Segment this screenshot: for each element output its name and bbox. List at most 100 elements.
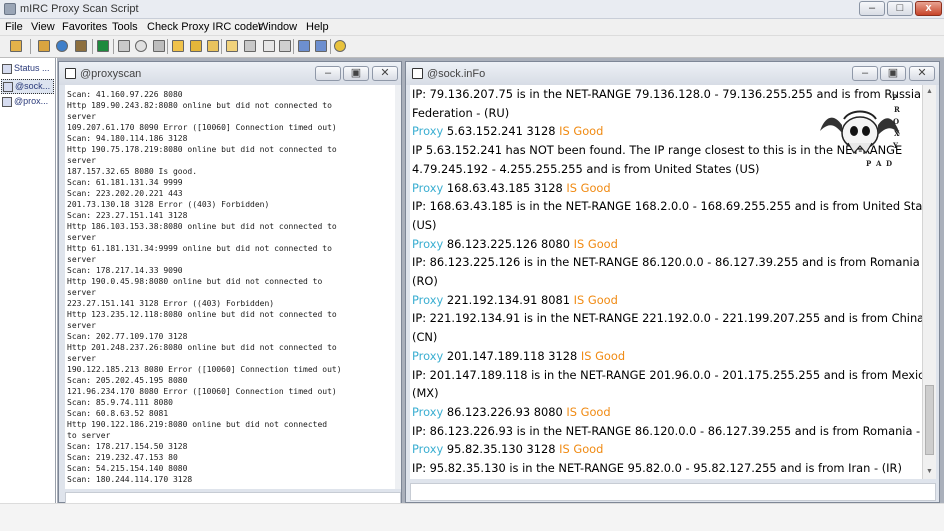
tray-icon[interactable] (279, 40, 291, 52)
log-line: Scan: 54.215.154.140 8080 (67, 464, 188, 473)
log-line: Scan: 94.180.114.186 3128 (67, 134, 188, 143)
proxyscan-close-button[interactable]: ✕ (372, 66, 398, 81)
proxy-label: Proxy (412, 405, 444, 419)
proxy-result-line: Proxy 221.192.134.91 8081 IS Good (412, 291, 618, 309)
window-icon (412, 68, 423, 79)
proxy-pad-logo: P R O X Y P A D (814, 89, 904, 169)
status-bar (0, 503, 944, 531)
received-files-icon[interactable] (153, 40, 165, 52)
switchbar-item-sockinfo[interactable]: @sock... (1, 79, 54, 94)
menu-tools[interactable]: Tools (112, 21, 138, 33)
log-line: 187.157.32.65 8080 Is good. (67, 167, 198, 176)
log-line: Http 201.248.237.26:8080 online but did … (67, 343, 337, 352)
proxy-status: IS Good (580, 349, 626, 363)
toolbar-separator (92, 39, 93, 54)
help-icon[interactable] (334, 40, 346, 52)
connect-icon[interactable] (10, 40, 22, 52)
sockinfo-minimize-button[interactable]: – (852, 66, 878, 81)
log-line: Scan: 178.217.14.33 9090 (67, 266, 183, 275)
menu-help[interactable]: Help (306, 21, 329, 33)
switchbar: Status ... @sock... @prox... (0, 58, 56, 503)
toolbar-separator (113, 39, 114, 54)
minimize-button[interactable]: – (859, 1, 885, 16)
ip-range-line: (MX) (412, 386, 439, 400)
tile-windows-icon[interactable] (298, 40, 310, 52)
proxy-address: 5.63.152.241 3128 (446, 124, 556, 138)
close-button[interactable]: x (915, 1, 942, 16)
switchbar-item-label: @sock... (15, 81, 51, 91)
proxyscan-window-caption[interactable]: @proxyscan – ▣ ✕ (59, 62, 401, 85)
ip-range-line: Federation - (RU) (412, 106, 510, 120)
sockinfo-restore-button[interactable]: ▣ (880, 66, 906, 81)
proxyscan-window[interactable]: @proxyscan – ▣ ✕ Scan: 41.160.97.226 808… (58, 61, 402, 504)
logo-letter: O (893, 117, 900, 126)
proxyscan-log[interactable]: Scan: 41.160.97.226 8080 Http 189.90.243.… (65, 85, 395, 489)
proxy-label: Proxy (412, 349, 444, 363)
cascade-windows-icon[interactable] (315, 40, 327, 52)
log-line: 109.207.61.170 8090 Error ([10060] Conne… (67, 123, 337, 132)
log-line: Scan: 180.244.114.170 3128 (67, 475, 193, 484)
sockinfo-close-button[interactable]: ✕ (909, 66, 935, 81)
address-book-icon[interactable] (75, 40, 87, 52)
ip-range-line: IP: 86.123.225.126 is in the NET-RANGE 8… (412, 255, 922, 269)
proxy-result-line: Proxy 86.123.226.93 8080 IS Good (412, 403, 611, 421)
proxy-label: Proxy (412, 442, 444, 456)
sockinfo-scrollbar[interactable]: ▲ ▼ (922, 85, 936, 479)
switchbar-item-proxyscan[interactable]: @prox... (1, 95, 54, 110)
proxyscan-minimize-button[interactable]: – (315, 66, 341, 81)
scripts-editor-icon[interactable] (97, 40, 109, 52)
sockinfo-window[interactable]: @sock.inFo – ▣ ✕ IP: 95.82.35.130 is in … (405, 61, 940, 503)
scrollbar-thumb[interactable] (925, 385, 934, 455)
switchbar-item-status[interactable]: Status ... (1, 62, 54, 77)
toolbar-separator (167, 39, 168, 54)
log-line: Http 190.122.186.219:8080 online but did… (67, 420, 328, 429)
menu-view[interactable]: View (31, 21, 55, 33)
ip-range-line: (CN) (412, 330, 438, 344)
maximize-button[interactable]: □ (887, 1, 913, 16)
logo-letter: X (894, 129, 900, 138)
ip-range-line: (RO) (412, 274, 438, 288)
ip-range-line: IP: 201.147.189.118 is in the NET-RANGE … (412, 368, 922, 382)
notify-list-icon[interactable] (207, 40, 219, 52)
menu-check-proxy[interactable]: Check Proxy IRC coder (147, 21, 262, 33)
ip-range-line: (US) (412, 218, 437, 232)
menu-favorites[interactable]: Favorites (62, 21, 107, 33)
timer-icon[interactable] (244, 40, 256, 52)
ip-range-line: IP: 95.82.35.130 is in the NET-RANGE 95.… (412, 461, 902, 475)
sockinfo-window-caption[interactable]: @sock.inFo – ▣ ✕ (406, 62, 939, 85)
ip-range-line: IP: 168.63.43.185 is in the NET-RANGE 16… (412, 199, 922, 213)
log-line: Scan: 41.160.97.226 8080 (67, 90, 183, 99)
log-line: Scan: 61.181.131.34 9999 (67, 178, 183, 187)
toolbar-separator (221, 39, 222, 54)
log-line: server (67, 233, 96, 242)
dcc-chat-icon[interactable] (135, 40, 147, 52)
proxy-address: 86.123.226.93 8080 (446, 405, 563, 419)
menu-file[interactable]: File (5, 21, 23, 33)
proxyscan-restore-button[interactable]: ▣ (343, 66, 369, 81)
proxyscan-scrollbar[interactable] (395, 85, 401, 489)
menu-bar: File View Favorites Tools Check Proxy IR… (0, 19, 944, 36)
custom-window-icon (2, 97, 12, 107)
ip-range-line: IP: 86.123.226.93 is in the NET-RANGE 86… (412, 424, 922, 438)
dcc-send-icon[interactable] (118, 40, 130, 52)
proxy-address: 201.147.189.118 3128 (446, 349, 578, 363)
proxy-result-line: Proxy 95.82.35.130 3128 IS Good (412, 440, 603, 458)
proxy-status: IS Good (559, 442, 604, 456)
proxy-status: IS Good (559, 124, 604, 138)
channels-icon[interactable] (56, 40, 68, 52)
menu-window[interactable]: Window (258, 21, 297, 33)
address-icon[interactable] (263, 40, 275, 52)
scroll-down-arrow-icon[interactable]: ▼ (924, 466, 935, 477)
logo-letter: Y (893, 141, 898, 150)
url-catcher-icon[interactable] (226, 40, 238, 52)
log-line: Scan: 85.9.74.111 8080 (67, 398, 173, 407)
scroll-up-arrow-icon[interactable]: ▲ (924, 86, 935, 97)
toolbar-separator (330, 39, 331, 54)
sockinfo-log[interactable]: IP: 95.82.35.130 is in the NET-RANGE 95.… (410, 85, 922, 479)
sockinfo-input[interactable] (410, 483, 936, 501)
logs-icon[interactable] (190, 40, 202, 52)
options-icon[interactable] (38, 40, 50, 52)
colors-icon[interactable] (172, 40, 184, 52)
log-line: Scan: 205.202.45.195 8080 (67, 376, 188, 385)
log-line: Scan: 223.202.20.221 443 (67, 189, 183, 198)
